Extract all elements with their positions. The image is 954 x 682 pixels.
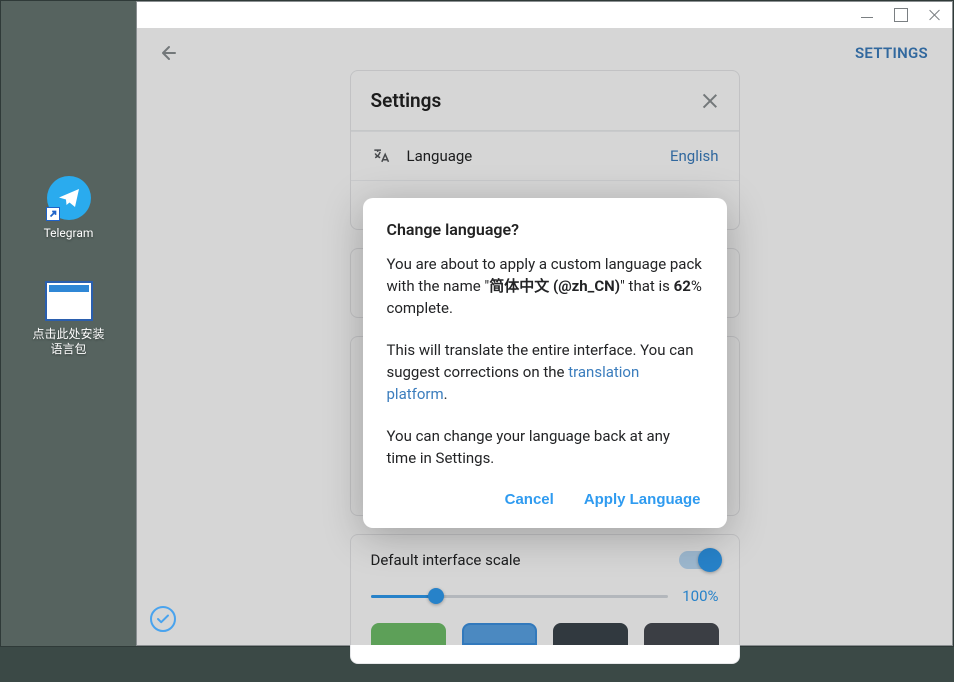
desktop-shortcut-telegram[interactable]: Telegram	[24, 176, 114, 241]
language-pack-percent: 62	[674, 277, 691, 295]
change-language-dialog: Change language? You are about to apply …	[363, 198, 727, 528]
dialog-paragraph-1: You are about to apply a custom language…	[387, 253, 703, 319]
dialog-paragraph-2: This will translate the entire interface…	[387, 339, 703, 405]
desktop-background: Telegram 点击此处安装 语言包	[1, 1, 136, 646]
dialog-paragraph-3: You can change your language back at any…	[387, 425, 703, 469]
window-maximize-button[interactable]	[894, 8, 908, 22]
desktop-folder-label: 点击此处安装 语言包	[32, 327, 104, 357]
language-pack-name: 简体中文 (@zh_CN)	[489, 277, 620, 295]
dialog-title: Change language?	[387, 220, 703, 239]
app-window: SETTINGS Settings Language English	[136, 1, 953, 646]
window-close-button[interactable]	[928, 8, 942, 22]
desktop-folder-langpack[interactable]: 点击此处安装 语言包	[24, 281, 114, 357]
desktop-shortcut-label: Telegram	[44, 226, 94, 241]
verified-shield-icon[interactable]	[149, 605, 177, 633]
window-titlebar	[137, 2, 952, 28]
apply-language-button[interactable]: Apply Language	[584, 491, 701, 508]
window-minimize-button[interactable]	[860, 8, 874, 22]
shortcut-arrow-icon	[46, 207, 60, 221]
cancel-button[interactable]: Cancel	[505, 491, 554, 508]
folder-icon	[45, 281, 93, 321]
